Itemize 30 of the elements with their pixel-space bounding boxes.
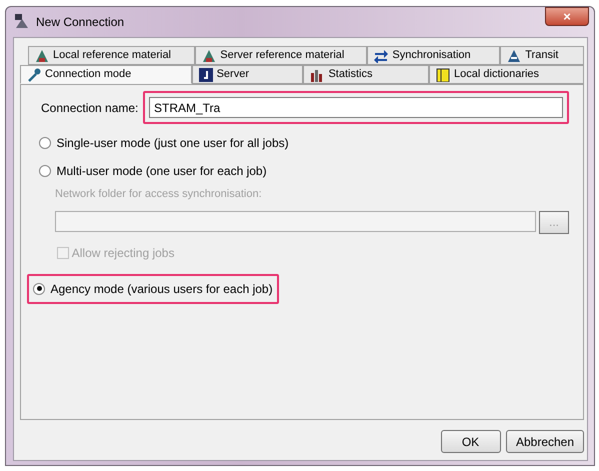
ok-button[interactable]: OK: [440, 430, 500, 453]
radio-button[interactable]: [39, 165, 51, 177]
pyramid-icon: [35, 48, 49, 62]
tab[interactable]: Statistics: [303, 65, 430, 84]
wrench-icon: [27, 68, 41, 82]
chart-icon: [310, 68, 324, 82]
field-label: Connection name:: [41, 100, 140, 116]
tab[interactable]: Local reference material: [28, 46, 196, 65]
window-title: New Connection: [36, 14, 124, 30]
checkbox-label: Allow rejecting jobs: [72, 244, 174, 262]
tab[interactable]: Connection mode: [20, 65, 192, 84]
triangle-icon: [507, 48, 522, 62]
name-field[interactable]: STRAM_Tra: [149, 97, 563, 118]
app-icon: [14, 13, 30, 30]
tab[interactable]: Synchronisation: [367, 46, 500, 65]
radio-label: Multi-user mode (one user for each job): [56, 163, 267, 180]
book-icon: [436, 68, 450, 82]
field-label: Network folder for access synchronisation:: [55, 187, 263, 202]
radio-button[interactable]: [33, 282, 45, 294]
server-icon: [198, 68, 213, 82]
cancel-button[interactable]: Abbrechen: [506, 430, 584, 453]
tab[interactable]: Server: [192, 65, 304, 84]
radio-label: Single-user mode (just one user for all jobs): [56, 135, 289, 152]
tab[interactable]: Server reference material: [195, 46, 368, 65]
arrows-icon: [374, 48, 388, 62]
radio-label: Agency mode (various users for each job): [50, 280, 273, 298]
tab[interactable]: Local dictionaries: [429, 65, 584, 84]
radio-button[interactable]: [39, 137, 51, 149]
tab[interactable]: Transit: [500, 46, 584, 65]
pyramid-icon: [202, 48, 216, 62]
